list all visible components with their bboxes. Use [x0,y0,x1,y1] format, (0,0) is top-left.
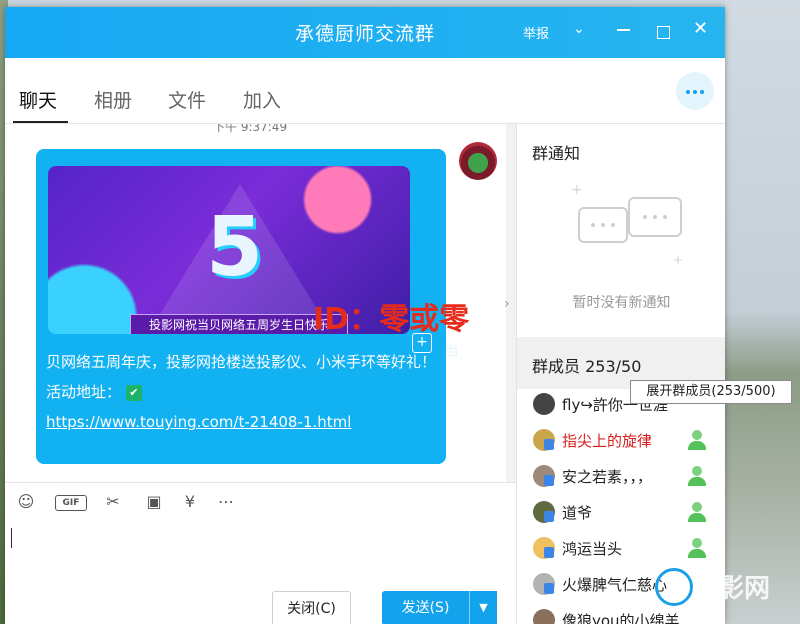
tab-bar: 聊天 相册 文件 加入 [5,58,725,124]
avatar [533,609,555,624]
device-badge-icon [544,511,554,522]
message-fragment: 当 [444,341,460,359]
notice-title: 群通知 [532,144,581,163]
text-caret [11,528,12,548]
member-role-icon [687,430,707,450]
svg-text:+: + [673,253,683,267]
device-badge-icon [544,475,554,486]
message-body: 贝网络五周年庆，投影网抢楼送投影仪、小米手环等好礼！活动地址： [46,353,437,401]
list-item[interactable]: 道爷 [517,494,725,530]
message-timestamp: 下午 9:37:49 [213,124,288,134]
chat-window: 承德厨师交流群 举报 ⌄ ✕ 聊天 相册 文件 加入 下午 9:37:49 5 … [5,7,725,624]
member-role-icon [687,466,707,486]
more-dot-icon [686,90,690,94]
number-five-graphic: 5 [206,200,264,295]
member-role-icon [687,538,707,558]
image-icon[interactable]: ▣ [143,493,165,511]
member-name: 道爷 [562,504,593,522]
group-side-panel: 群通知 + + 暂时没有新通知 群成员 253/50 fly↪許你一世涯 指尖上… [516,124,725,624]
chat-area: 下午 9:37:49 5 投影网祝当贝网络五周岁生日快乐 + 当 贝网络五周年庆… [5,124,516,482]
list-item[interactable]: 鸿运当头 [517,530,725,566]
list-item[interactable]: 安之若素，，， [517,458,725,494]
svg-text:+: + [571,182,583,198]
input-toolbar: ☺ GIF ✂ ▣ ¥ ⋯ [5,482,516,519]
device-badge-icon [544,583,554,594]
list-item[interactable]: 像狼you的小绵羊 [517,602,725,624]
report-button[interactable]: 举报 [523,23,549,42]
avatar [533,393,555,415]
member-name: 像狼you的小绵羊 [562,612,680,624]
more-options-button[interactable] [676,72,714,110]
minimize-icon[interactable] [617,19,631,35]
message-text: 贝网络五周年庆，投影网抢楼送投影仪、小米手环等好礼！活动地址： ✔ https:… [46,347,444,437]
tab-join[interactable]: 加入 [243,86,281,113]
title-bar: 承德厨师交流群 举报 ⌄ ✕ [5,7,725,58]
chevron-right-icon[interactable]: › [504,296,510,312]
close-icon[interactable]: ✕ [693,18,708,39]
desktop-edge-right [725,0,800,624]
list-item[interactable]: 指尖上的旋律 [517,422,725,458]
device-badge-icon [544,547,554,558]
tab-underline [13,121,68,123]
send-options-chevron-icon[interactable]: ▼ [469,591,497,624]
chevron-down-icon[interactable]: ⌄ [573,21,585,37]
tab-files[interactable]: 文件 [168,86,206,113]
member-role-icon [687,502,707,522]
red-envelope-icon[interactable]: ¥ [179,493,201,511]
more-dot-icon [700,90,704,94]
device-badge-icon [544,439,554,450]
avatar[interactable] [459,142,497,180]
members-count: 群成员 253/50 [532,357,642,376]
site-logo-text: 投影网 [692,574,771,604]
close-button[interactable]: 关闭(C) [272,591,351,624]
member-name: 鸿运当头 [562,540,623,558]
more-tools-icon[interactable]: ⋯ [215,493,237,511]
gif-icon[interactable]: GIF [55,495,87,511]
notice-empty-text: 暂时没有新通知 [572,295,671,311]
message-input[interactable] [5,518,516,583]
checkmark-icon: ✔ [125,384,142,401]
empty-notice-illustration: + + [571,182,683,267]
emoji-icon[interactable]: ☺ [15,493,37,511]
tab-album[interactable]: 相册 [94,86,132,113]
maximize-icon[interactable] [657,26,670,39]
activity-link[interactable]: https://www.touying.com/t-21408-1.html [46,413,351,431]
member-name: 安之若素，，， [562,468,653,486]
site-logo-icon [655,568,693,606]
watermark-id: ID：零或零 [313,302,470,337]
more-dot-icon [693,90,697,94]
scissors-icon[interactable]: ✂ [102,493,124,511]
tab-chat[interactable]: 聊天 [19,86,57,113]
send-button[interactable]: 发送(S) [382,591,469,624]
member-name: 火爆脾气仁慈心 [562,576,668,594]
member-name: 指尖上的旋律 [562,432,653,450]
members-tooltip: 展开群成员(253/500) [630,380,792,404]
